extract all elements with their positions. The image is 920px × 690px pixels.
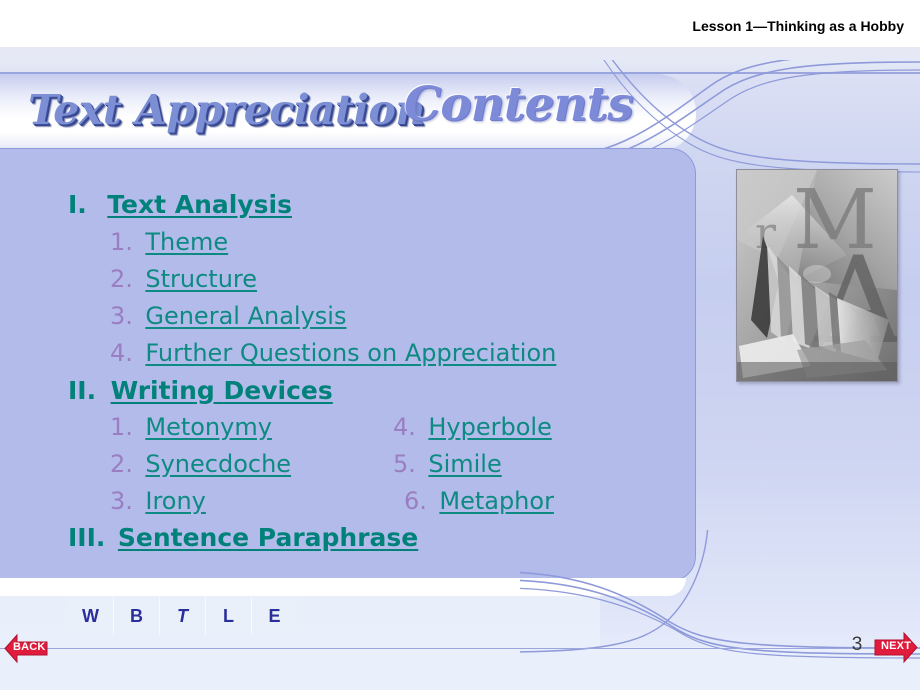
lesson-title: Lesson 1—Thinking as a Hobby (692, 18, 904, 34)
toc-item-2-6-number: 6. (404, 487, 427, 515)
toc-item-1-4[interactable]: 4. Further Questions on Appreciation (110, 339, 556, 367)
toc-item-1-3-label[interactable]: General Analysis (145, 302, 346, 330)
toc-item-2-2-label[interactable]: Synecdoche (145, 450, 291, 478)
toc-section-3[interactable]: III. Sentence Paraphrase (68, 523, 418, 552)
toc-item-2-1-number: 1. (110, 413, 133, 441)
slide-root: Lesson 1—Thinking as a Hobby Text Apprec… (0, 0, 920, 690)
toc-item-1-3[interactable]: 3. General Analysis (110, 302, 346, 330)
nav-button-e[interactable]: E (252, 597, 297, 635)
toc-section-2-numeral: II. (68, 376, 97, 405)
toc-item-2-4-label[interactable]: Hyperbole (428, 413, 551, 441)
toc-item-2-2[interactable]: 2. Synecdoche (110, 450, 291, 478)
toc-item-2-3-number: 3. (110, 487, 133, 515)
panel-bottom-strip (0, 578, 686, 596)
nav-button-b-label: B (130, 605, 143, 626)
back-arrow-icon[interactable] (4, 632, 48, 665)
toc-item-1-1-label[interactable]: Theme (145, 228, 228, 256)
section-navbar[interactable]: W B T L E (68, 597, 297, 635)
toc-item-2-2-number: 2. (110, 450, 133, 478)
toc-item-2-1-label[interactable]: Metonymy (145, 413, 272, 441)
header-band (0, 47, 920, 73)
toc-item-2-5-label[interactable]: Simile (428, 450, 501, 478)
toc-section-1-label[interactable]: Text Analysis (107, 190, 292, 219)
footer-divider (0, 648, 920, 649)
toc-item-2-3[interactable]: 3. Irony (110, 487, 206, 515)
toc-section-1-numeral: I. (68, 190, 87, 219)
toc-item-1-3-number: 3. (110, 302, 133, 330)
nav-button-e-label: E (268, 605, 281, 626)
toc-section-2[interactable]: II. Writing Devices (68, 376, 333, 405)
toc-item-1-2[interactable]: 2. Structure (110, 265, 257, 293)
nav-button-t-label: T (177, 605, 188, 626)
nav-button-w-label: W (82, 605, 99, 626)
nav-button-b[interactable]: B (114, 597, 160, 635)
nav-button-w[interactable]: W (68, 597, 114, 635)
nav-button-l-label: L (223, 605, 234, 626)
toc-section-3-label[interactable]: Sentence Paraphrase (118, 523, 418, 552)
contents-list: I. Text Analysis 1. Theme 2. Structure 3… (0, 148, 700, 580)
nav-button-t[interactable]: T (160, 597, 206, 635)
toc-item-2-3-label[interactable]: Irony (145, 487, 206, 515)
toc-section-1[interactable]: I. Text Analysis (68, 190, 292, 219)
toc-item-2-6[interactable]: 6. Metaphor (404, 487, 554, 515)
toc-item-2-5-number: 5. (393, 450, 416, 478)
toc-item-2-4-number: 4. (393, 413, 416, 441)
next-arrow-icon[interactable] (874, 630, 918, 665)
nav-button-l[interactable]: L (206, 597, 252, 635)
toc-item-1-2-number: 2. (110, 265, 133, 293)
toc-item-1-4-number: 4. (110, 339, 133, 367)
toc-item-2-4[interactable]: 4. Hyperbole (393, 413, 552, 441)
toc-item-1-4-label[interactable]: Further Questions on Appreciation (145, 339, 556, 367)
toc-item-1-1-number: 1. (110, 228, 133, 256)
toc-item-1-1[interactable]: 1. Theme (110, 228, 228, 256)
toc-item-2-5[interactable]: 5. Simile (393, 450, 502, 478)
toc-section-2-label[interactable]: Writing Devices (111, 376, 333, 405)
toc-item-1-2-label[interactable]: Structure (145, 265, 257, 293)
toc-section-3-numeral: III. (68, 523, 106, 552)
toc-item-2-6-label[interactable]: Metaphor (439, 487, 554, 515)
toc-item-2-1[interactable]: 1. Metonymy (110, 413, 272, 441)
page-number: 3 (851, 634, 863, 655)
books-thumbnail-image: r M A (736, 169, 898, 382)
banner-subtitle: Contents (404, 77, 634, 132)
banner-title: Text Appreciation (28, 86, 425, 134)
